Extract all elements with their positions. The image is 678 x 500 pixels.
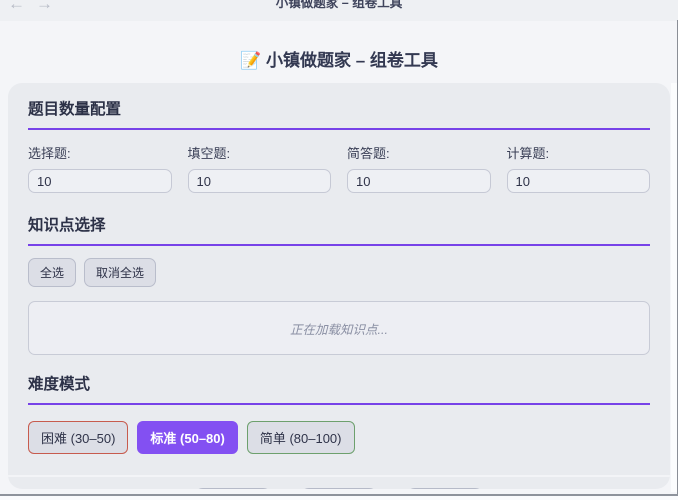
choice-count-input[interactable] [28, 169, 172, 193]
browser-top-bar: ← → 小镇做题家 – 组卷工具 [0, 0, 678, 21]
calculation-count-input[interactable] [507, 169, 651, 193]
choice-count-label: 选择题: [28, 143, 172, 162]
window-title: 小镇做题家 – 组卷工具 [0, 0, 678, 11]
knowledge-point-actions: 全选 取消全选 [28, 258, 650, 287]
fill-blank-count-label: 填空题: [188, 143, 332, 162]
knowledge-point-list: 正在加载知识点... [28, 301, 650, 355]
loading-status-text: 正在加载知识点... [290, 319, 388, 338]
short-answer-count-input[interactable] [347, 169, 491, 193]
section-heading-difficulty: 难度模式 [28, 372, 650, 405]
assemble-paper-button[interactable]: 🚀 组卷 [193, 488, 273, 489]
section-heading-question-counts: 题目数量配置 [28, 97, 650, 130]
field-choice-questions: 选择题: [28, 143, 172, 193]
footer-actions: 🚀 组卷 💾 保存 📂 加载 [28, 488, 650, 489]
deselect-all-button[interactable]: 取消全选 [84, 258, 156, 287]
fill-blank-count-input[interactable] [188, 169, 332, 193]
footer-divider [8, 475, 670, 477]
save-button[interactable]: 💾 保存 [299, 488, 379, 489]
section-heading-knowledge-points: 知识点选择 [28, 213, 650, 246]
main-card: 题目数量配置 选择题: 填空题: 简答题: 计算题: 知识点选择 全选 取消全选 [8, 83, 670, 489]
difficulty-mode-buttons: 困难 (30–50) 标准 (50–80) 简单 (80–100) [28, 421, 650, 454]
window-bottom-strip [0, 496, 678, 500]
page-title-text: 小镇做题家 – 组卷工具 [266, 51, 438, 70]
difficulty-hard-button[interactable]: 困难 (30–50) [28, 421, 128, 454]
select-all-button[interactable]: 全选 [28, 258, 76, 287]
difficulty-easy-button[interactable]: 简单 (80–100) [247, 421, 355, 454]
memo-icon: 📝 [240, 51, 261, 70]
field-calculation-questions: 计算题: [507, 143, 651, 193]
calculation-count-label: 计算题: [507, 143, 651, 162]
load-button[interactable]: 📂 加载 [405, 488, 485, 489]
question-count-fields: 选择题: 填空题: 简答题: 计算题: [28, 143, 650, 193]
short-answer-count-label: 简答题: [347, 143, 491, 162]
page-title: 📝 小镇做题家 – 组卷工具 [0, 46, 678, 71]
field-fill-blank-questions: 填空题: [188, 143, 332, 193]
field-short-answer-questions: 简答题: [347, 143, 491, 193]
app-window: ← → 小镇做题家 – 组卷工具 📝 小镇做题家 – 组卷工具 题目数量配置 选… [0, 0, 678, 500]
difficulty-standard-button[interactable]: 标准 (50–80) [137, 421, 237, 454]
